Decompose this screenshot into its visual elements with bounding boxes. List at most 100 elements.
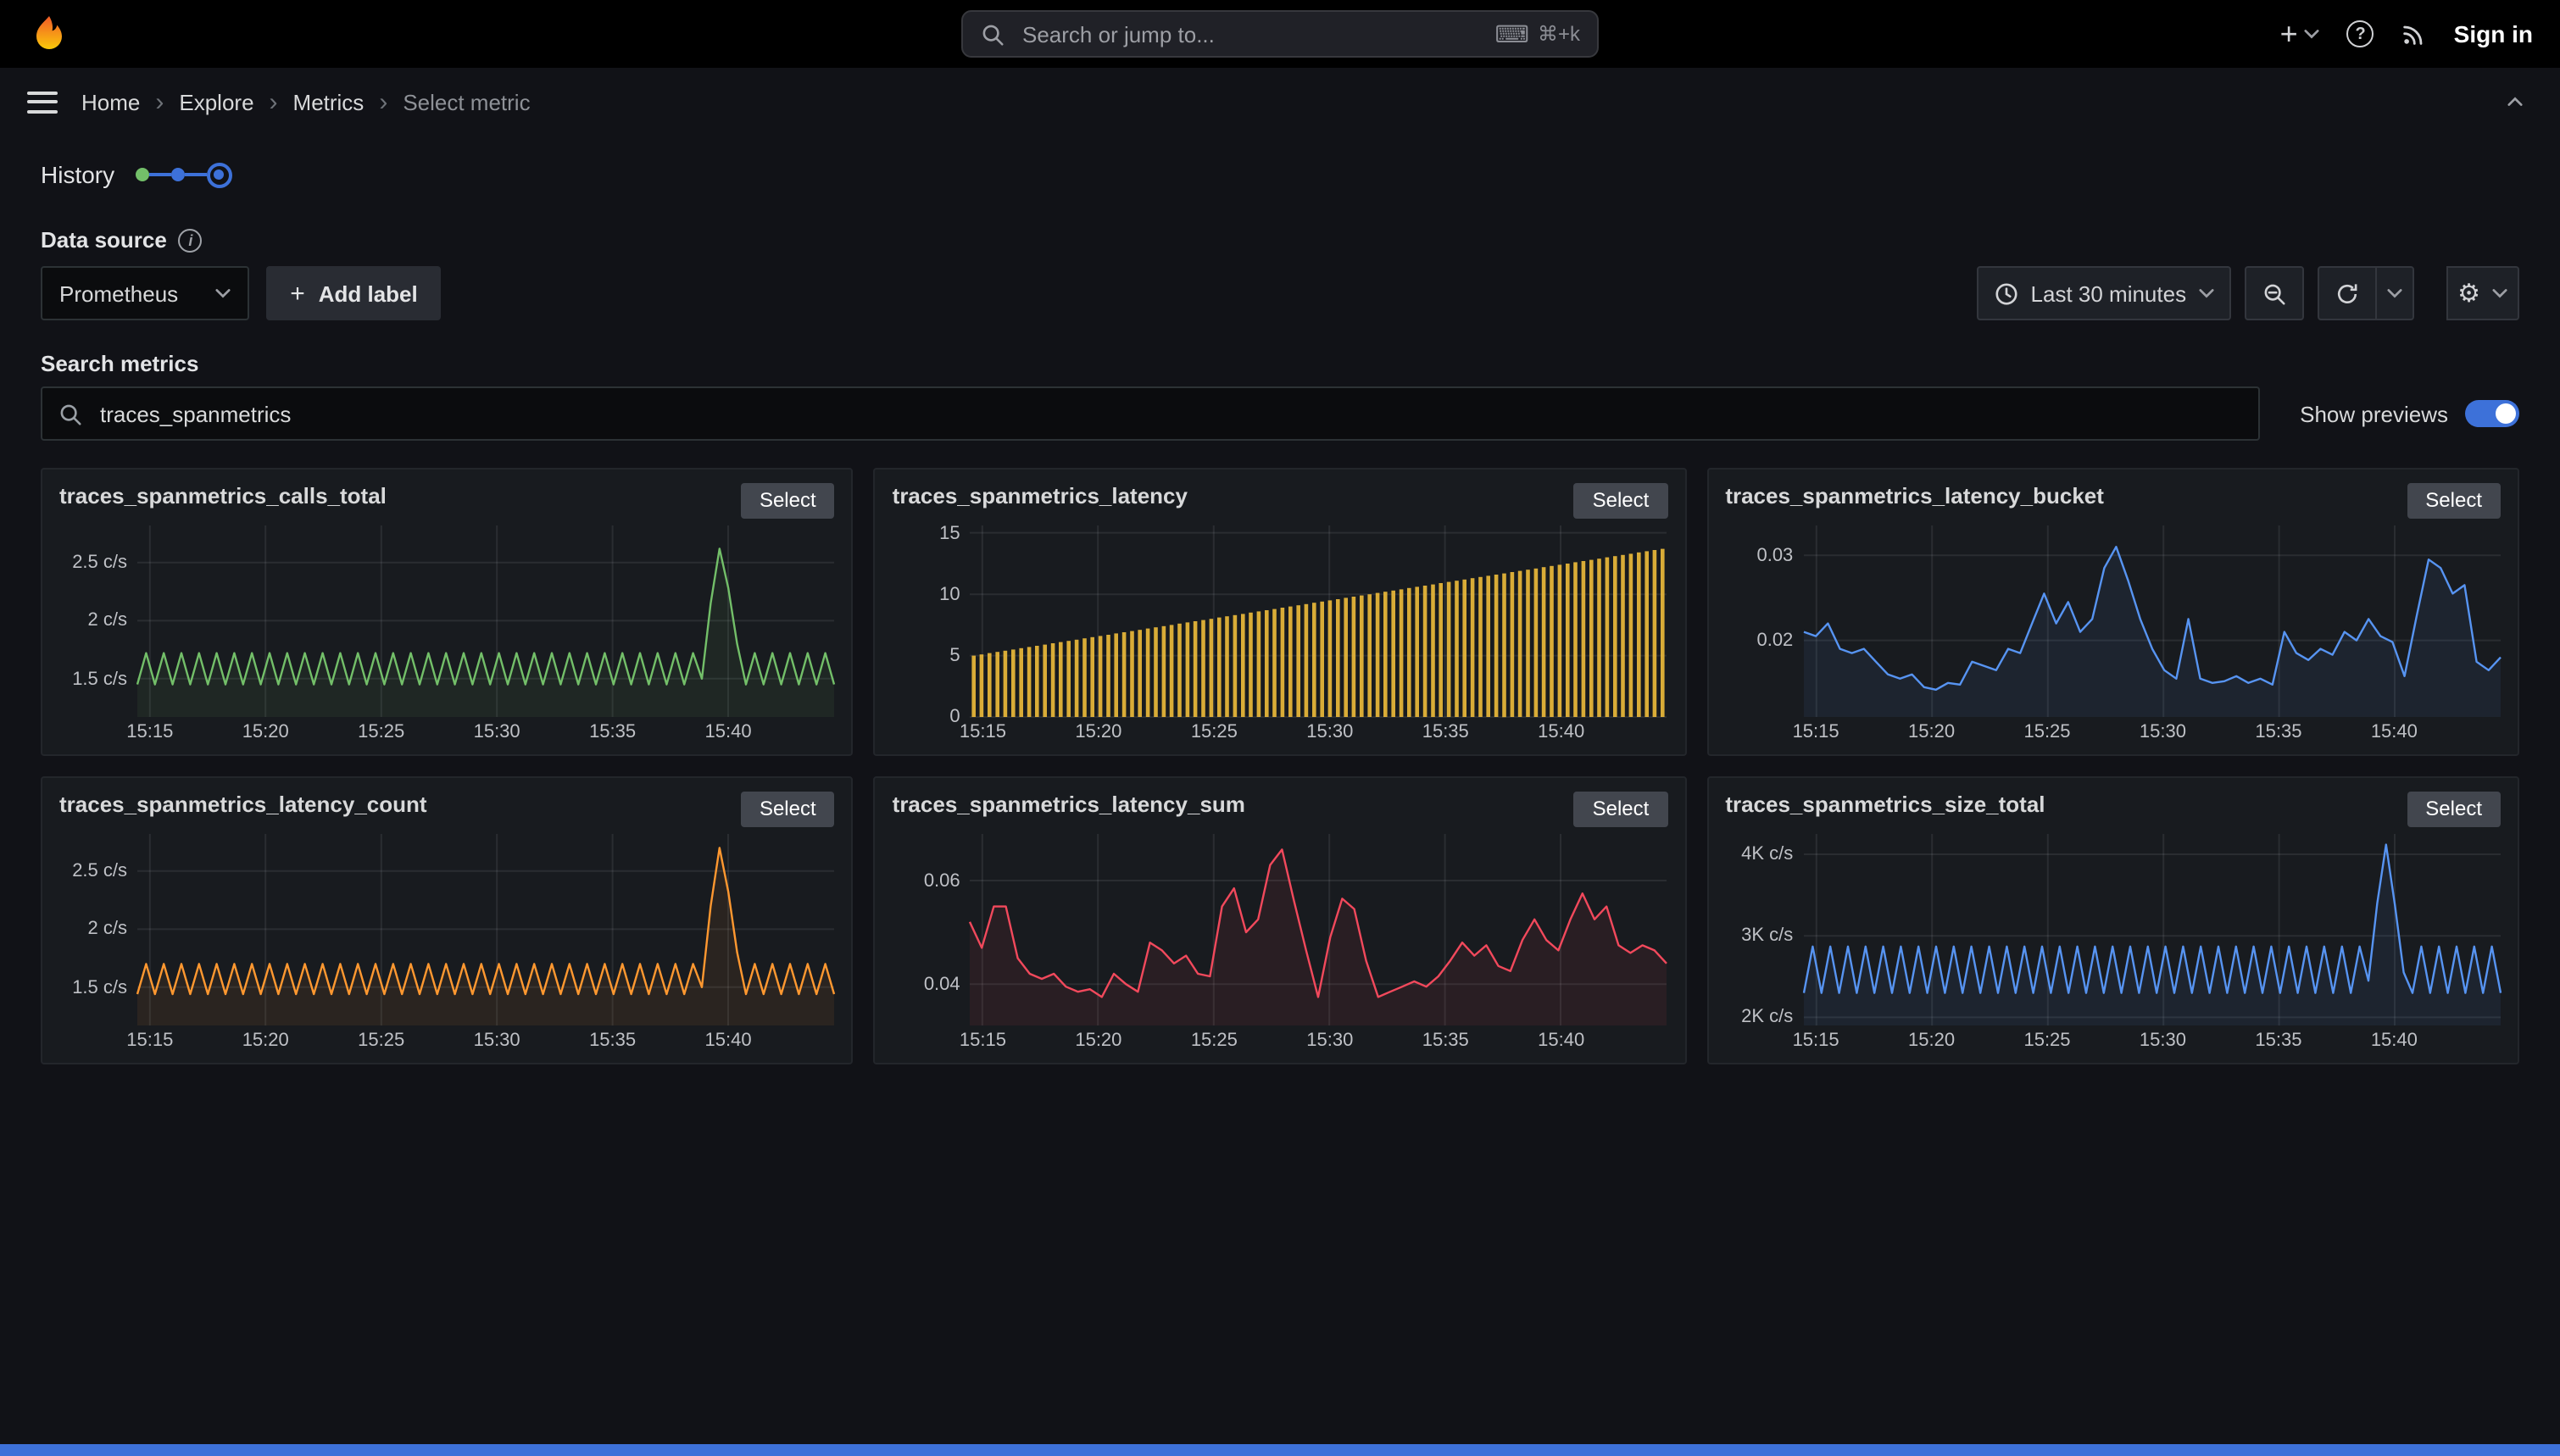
help-button[interactable]: ? xyxy=(2347,20,2374,47)
main-content: History Data source i Prometheus xyxy=(0,136,2560,1064)
breadcrumb-separator-icon: › xyxy=(379,89,387,114)
collapse-header-button[interactable] xyxy=(2497,95,2533,108)
y-axis-labels: 1.5 c/s2 c/s2.5 c/s xyxy=(59,525,137,717)
metrics-grid: traces_spanmetrics_calls_total Select 1.… xyxy=(41,468,2519,1064)
x-axis-labels: 15:1515:2015:2515:3015:3515:40 xyxy=(971,717,1668,744)
history-node-middle-icon[interactable] xyxy=(170,168,184,181)
metric-panel: traces_spanmetrics_size_total Select 2K … xyxy=(1706,776,2519,1064)
y-axis-labels: 1.5 c/s2 c/s2.5 c/s xyxy=(59,834,137,1025)
keyboard-icon: ⌨ xyxy=(1495,19,1529,48)
chevron-down-icon xyxy=(215,288,231,298)
grafana-logo[interactable] xyxy=(27,12,71,56)
y-axis-labels: 051015 xyxy=(893,525,971,717)
history-connector xyxy=(148,173,170,176)
shortcut-label: ⌘+k xyxy=(1538,22,1580,46)
settings-group: ⚙ xyxy=(2447,266,2519,320)
metrics-search-input[interactable] xyxy=(97,399,2242,428)
help-icon: ? xyxy=(2347,20,2374,47)
time-controls: Last 30 minutes xyxy=(1977,266,2519,320)
metric-panel: traces_spanmetrics_latency_count Select … xyxy=(41,776,854,1064)
metric-panel: traces_spanmetrics_calls_total Select 1.… xyxy=(41,468,854,756)
settings-button[interactable]: ⚙ xyxy=(2446,266,2519,320)
history-node-start-icon[interactable] xyxy=(135,168,148,181)
search-row: Show previews xyxy=(41,386,2519,441)
history-label: History xyxy=(41,161,114,188)
breadcrumb-separator-icon: › xyxy=(155,89,164,114)
panel-title: traces_spanmetrics_latency_sum xyxy=(893,792,1245,817)
time-range-label: Last 30 minutes xyxy=(2031,281,2187,306)
search-metrics-label: Search metrics xyxy=(41,351,2519,376)
info-icon[interactable]: i xyxy=(179,228,203,252)
select-metric-button[interactable]: Select xyxy=(741,792,835,827)
select-metric-button[interactable]: Select xyxy=(741,483,835,519)
refresh-button[interactable] xyxy=(2317,266,2376,320)
chart-plot xyxy=(137,834,835,1025)
metric-panel: traces_spanmetrics_latency_bucket Select… xyxy=(1706,468,2519,756)
sign-in-link[interactable]: Sign in xyxy=(2454,20,2533,47)
datasource-value: Prometheus xyxy=(59,281,178,306)
chevron-down-icon xyxy=(2198,288,2213,298)
controls-row: Prometheus + Add label Last 30 minut xyxy=(41,266,2519,320)
chart-plot xyxy=(137,525,835,717)
bottom-accent-strip xyxy=(0,1444,2560,1456)
plus-icon: + xyxy=(290,281,305,306)
breadcrumb-metrics[interactable]: Metrics xyxy=(293,89,365,114)
refresh-group xyxy=(2317,266,2413,320)
chevron-down-icon xyxy=(2492,288,2507,298)
breadcrumb-separator-icon: › xyxy=(270,89,278,114)
breadcrumb-explore[interactable]: Explore xyxy=(179,89,253,114)
history-node-current-icon[interactable] xyxy=(206,162,231,187)
x-axis-labels: 15:1515:2015:2515:3015:3515:40 xyxy=(971,1025,1668,1053)
panel-title: traces_spanmetrics_latency_bucket xyxy=(1725,483,2104,508)
topbar-actions: + ? Sign in xyxy=(2280,19,2533,49)
breadcrumb-home[interactable]: Home xyxy=(81,89,140,114)
history-timeline[interactable] xyxy=(135,162,231,187)
breadcrumb-select-metric: Select metric xyxy=(403,89,530,114)
panel-title: traces_spanmetrics_latency xyxy=(893,483,1188,508)
history-row: History xyxy=(41,156,2519,193)
select-metric-button[interactable]: Select xyxy=(1574,483,1668,519)
refresh-interval-button[interactable] xyxy=(2374,266,2413,320)
gear-icon: ⚙ xyxy=(2457,281,2480,306)
datasource-label-row: Data source i xyxy=(41,227,2519,253)
panel-title: traces_spanmetrics_size_total xyxy=(1725,792,2045,817)
grafana-flame-icon xyxy=(29,14,70,54)
metric-panel: traces_spanmetrics_latency_sum Select 0.… xyxy=(874,776,1687,1064)
grafana-app: ⌨ ⌘+k + ? Sign in xyxy=(0,0,2560,1456)
search-icon xyxy=(980,21,1005,47)
show-previews-label: Show previews xyxy=(2300,401,2448,426)
select-metric-button[interactable]: Select xyxy=(2407,792,2501,827)
chevron-down-icon xyxy=(2386,288,2401,298)
new-button[interactable]: + xyxy=(2280,19,2320,49)
chart-plot xyxy=(971,834,1668,1025)
chevron-down-icon xyxy=(2305,29,2320,39)
datasource-controls: Prometheus + Add label xyxy=(41,266,442,320)
chart-plot xyxy=(1803,525,2501,717)
menu-toggle-button[interactable] xyxy=(27,91,58,113)
panel-title: traces_spanmetrics_calls_total xyxy=(59,483,387,508)
global-search-input[interactable] xyxy=(1019,19,1482,48)
global-search[interactable]: ⌨ ⌘+k xyxy=(961,10,1599,58)
y-axis-labels: 2K c/s3K c/s4K c/s xyxy=(1725,834,1803,1025)
add-label-text: Add label xyxy=(319,281,418,306)
news-button[interactable] xyxy=(2401,21,2427,47)
show-previews-control: Show previews xyxy=(2300,400,2519,427)
x-axis-labels: 15:1515:2015:2515:3015:3515:40 xyxy=(137,1025,835,1053)
chevron-up-icon xyxy=(2507,97,2523,107)
select-metric-button[interactable]: Select xyxy=(1574,792,1668,827)
breadcrumb: Home › Explore › Metrics › Select metric xyxy=(81,89,531,114)
metrics-search-box[interactable] xyxy=(41,386,2259,441)
add-label-button[interactable]: + Add label xyxy=(266,266,442,320)
show-previews-toggle[interactable] xyxy=(2465,400,2519,427)
y-axis-labels: 0.040.06 xyxy=(893,834,971,1025)
zoom-out-icon xyxy=(2261,281,2286,306)
zoom-out-time-button[interactable] xyxy=(2244,266,2303,320)
time-range-picker[interactable]: Last 30 minutes xyxy=(1977,266,2231,320)
select-metric-button[interactable]: Select xyxy=(2407,483,2501,519)
search-shortcut: ⌨ ⌘+k xyxy=(1495,19,1580,48)
chart-plot xyxy=(971,525,1668,717)
search-icon xyxy=(58,401,83,426)
x-axis-labels: 15:1515:2015:2515:3015:3515:40 xyxy=(1803,1025,2501,1053)
panel-title: traces_spanmetrics_latency_count xyxy=(59,792,427,817)
datasource-picker[interactable]: Prometheus xyxy=(41,266,249,320)
